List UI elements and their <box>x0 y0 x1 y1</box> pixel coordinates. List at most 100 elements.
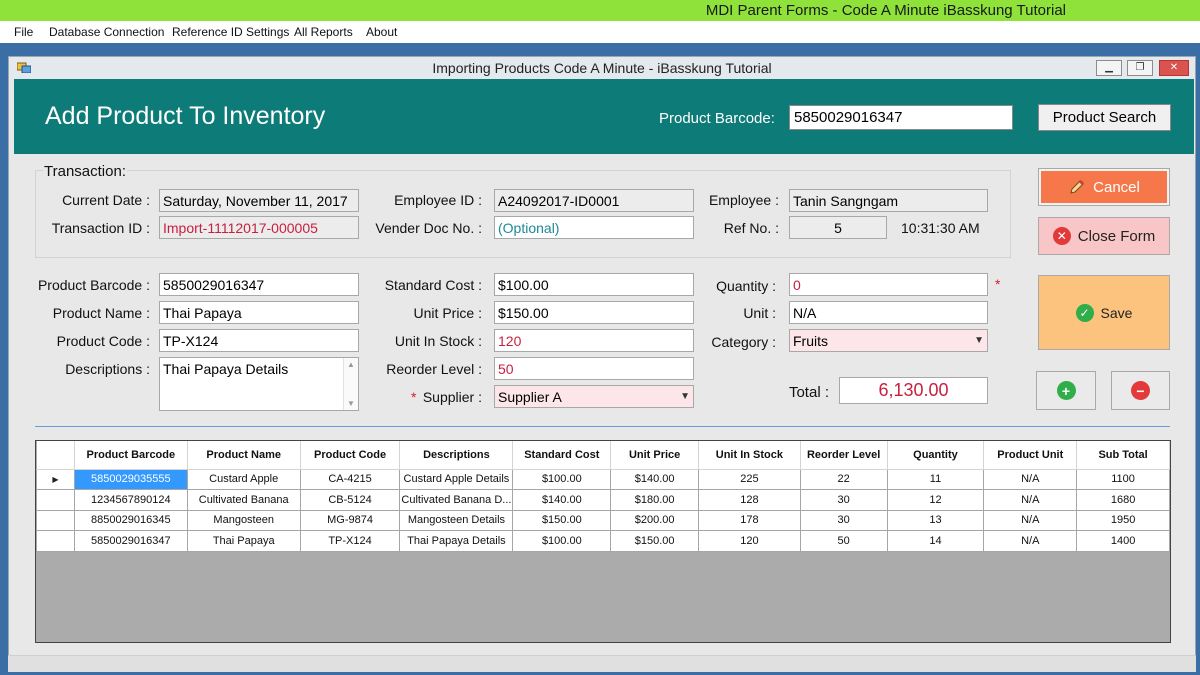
chevron-down-icon[interactable]: ▼ <box>680 391 690 402</box>
unit-price-field[interactable]: $150.00 <box>494 301 694 324</box>
menu-file[interactable]: File <box>14 25 33 39</box>
col-header-product-unit[interactable]: Product Unit <box>983 441 1078 470</box>
col-header-product-code[interactable]: Product Code <box>300 441 401 470</box>
table-row[interactable]: 8850029016345 Mangosteen MG-9874 Mangost… <box>36 509 1170 531</box>
col-header-unit-price[interactable]: Unit Price <box>610 441 700 470</box>
cell-unit-price[interactable]: $140.00 <box>610 468 700 490</box>
row-header-current[interactable]: ▶ <box>36 468 75 490</box>
employee-id-field[interactable]: A24092017-ID0001 <box>494 189 694 212</box>
cell-sub-total[interactable]: 1680 <box>1076 489 1170 511</box>
quantity-field[interactable]: 0 <box>789 273 988 296</box>
row-header[interactable] <box>36 489 75 511</box>
col-header-quantity[interactable]: Quantity <box>887 441 985 470</box>
cancel-button[interactable]: Cancel <box>1038 168 1170 206</box>
cell-unit-price[interactable]: $150.00 <box>610 530 700 552</box>
cell-product-name[interactable]: Custard Apple <box>186 468 301 490</box>
chevron-down-icon[interactable]: ▼ <box>974 335 984 346</box>
col-header-product-barcode[interactable]: Product Barcode <box>74 441 188 470</box>
cell-reorder-level[interactable]: 22 <box>799 468 888 490</box>
cell-standard-cost[interactable]: $100.00 <box>512 530 612 552</box>
header-barcode-input[interactable]: 5850029016347 <box>789 105 1013 130</box>
cell-product-code[interactable]: TP-X124 <box>299 530 401 552</box>
product-barcode-field[interactable]: 5850029016347 <box>159 273 359 296</box>
close-window-button[interactable]: ✕ <box>1159 60 1189 76</box>
product-name-field[interactable]: Thai Papaya <box>159 301 359 324</box>
cell-reorder-level[interactable]: 30 <box>799 489 888 511</box>
current-date-field[interactable]: Saturday, November 11, 2017 <box>159 189 359 212</box>
unit-in-stock-field[interactable]: 120 <box>494 329 694 352</box>
col-header-descriptions[interactable]: Descriptions <box>399 441 514 470</box>
cell-unit-price[interactable]: $180.00 <box>610 489 700 511</box>
unit-field[interactable]: N/A <box>789 301 988 324</box>
table-row[interactable]: 5850029016347 Thai Papaya TP-X124 Thai P… <box>36 530 1170 552</box>
cell-product-code[interactable]: CA-4215 <box>299 468 401 490</box>
cell-quantity[interactable]: 11 <box>886 468 985 490</box>
menu-all-reports[interactable]: All Reports <box>294 25 353 39</box>
cell-standard-cost[interactable]: $140.00 <box>512 489 612 511</box>
cell-product-unit[interactable]: N/A <box>983 530 1078 552</box>
product-search-button[interactable]: Product Search <box>1038 104 1171 131</box>
col-header-reorder-level[interactable]: Reorder Level <box>800 441 888 470</box>
menu-database-connection[interactable]: Database Connection <box>49 25 164 39</box>
cell-sub-total[interactable]: 1100 <box>1076 468 1170 490</box>
cell-product-unit[interactable]: N/A <box>983 489 1078 511</box>
row-header[interactable] <box>36 509 75 531</box>
supplier-select[interactable]: Supplier A ▼ <box>494 385 694 408</box>
cell-quantity[interactable]: 12 <box>886 489 985 511</box>
minimize-button[interactable]: ▁ <box>1096 60 1122 76</box>
transaction-id-field[interactable]: Import-11112017-000005 <box>159 216 359 239</box>
col-header-sub-total[interactable]: Sub Total <box>1076 441 1170 470</box>
maximize-button[interactable]: ❐ <box>1127 60 1153 76</box>
close-form-button[interactable]: ✕ Close Form <box>1038 217 1170 255</box>
cell-product-barcode[interactable]: 1234567890124 <box>73 489 188 511</box>
menu-reference-id-settings[interactable]: Reference ID Settings <box>172 25 289 39</box>
add-item-button[interactable]: + <box>1036 371 1096 410</box>
cell-product-barcode[interactable]: 5850029035555 <box>73 468 188 490</box>
descriptions-textarea[interactable]: Thai Papaya Details ▲ ▼ <box>159 357 359 411</box>
cell-reorder-level[interactable]: 50 <box>799 530 888 552</box>
employee-field[interactable]: Tanin Sangngam <box>789 189 988 212</box>
cell-product-name[interactable]: Thai Papaya <box>186 530 301 552</box>
category-select[interactable]: Fruits ▼ <box>789 329 988 352</box>
cell-standard-cost[interactable]: $150.00 <box>512 509 612 531</box>
cell-product-code[interactable]: CB-5124 <box>299 489 401 511</box>
standard-cost-field[interactable]: $100.00 <box>494 273 694 296</box>
scroll-down-icon[interactable]: ▼ <box>347 399 355 408</box>
reorder-level-field[interactable]: 50 <box>494 357 694 380</box>
cell-unit-in-stock[interactable]: 120 <box>698 530 801 552</box>
child-title-bar[interactable]: Importing Products Code A Minute - iBass… <box>9 57 1195 79</box>
cell-unit-in-stock[interactable]: 178 <box>698 509 801 531</box>
cell-unit-in-stock[interactable]: 128 <box>698 489 801 511</box>
total-field[interactable]: 6,130.00 <box>839 377 988 404</box>
ref-no-field[interactable]: 5 <box>789 216 887 239</box>
save-button[interactable]: ✓ Save <box>1038 275 1170 350</box>
cell-descriptions[interactable]: Cultivated Banana D... <box>399 489 514 511</box>
cell-product-code[interactable]: MG-9874 <box>299 509 401 531</box>
cell-sub-total[interactable]: 1400 <box>1076 530 1170 552</box>
cell-product-barcode[interactable]: 5850029016347 <box>73 530 188 552</box>
cell-unit-in-stock[interactable]: 225 <box>698 468 801 490</box>
cell-standard-cost[interactable]: $100.00 <box>512 468 612 490</box>
menu-about[interactable]: About <box>366 25 397 39</box>
products-grid[interactable]: Product Barcode Product Name Product Cod… <box>35 440 1171 643</box>
table-row[interactable]: 1234567890124 Cultivated Banana CB-5124 … <box>36 489 1170 511</box>
cell-sub-total[interactable]: 1950 <box>1076 509 1170 531</box>
descriptions-scrollbar[interactable]: ▲ ▼ <box>343 358 358 410</box>
cell-product-unit[interactable]: N/A <box>983 468 1078 490</box>
cell-quantity[interactable]: 14 <box>886 530 985 552</box>
cell-product-name[interactable]: Cultivated Banana <box>186 489 301 511</box>
scroll-up-icon[interactable]: ▲ <box>347 360 355 369</box>
product-code-field[interactable]: TP-X124 <box>159 329 359 352</box>
cell-unit-price[interactable]: $200.00 <box>610 509 700 531</box>
cell-descriptions[interactable]: Custard Apple Details <box>399 468 514 490</box>
cell-descriptions[interactable]: Mangosteen Details <box>399 509 514 531</box>
cell-quantity[interactable]: 13 <box>886 509 985 531</box>
col-header-standard-cost[interactable]: Standard Cost <box>512 441 612 470</box>
col-header-unit-in-stock[interactable]: Unit In Stock <box>698 441 801 470</box>
table-row[interactable]: ▶ 5850029035555 Custard Apple CA-4215 Cu… <box>36 468 1170 490</box>
cell-product-barcode[interactable]: 8850029016345 <box>73 509 188 531</box>
remove-item-button[interactable]: − <box>1111 371 1170 410</box>
cell-product-unit[interactable]: N/A <box>983 509 1078 531</box>
cell-descriptions[interactable]: Thai Papaya Details <box>399 530 514 552</box>
cell-product-name[interactable]: Mangosteen <box>186 509 301 531</box>
